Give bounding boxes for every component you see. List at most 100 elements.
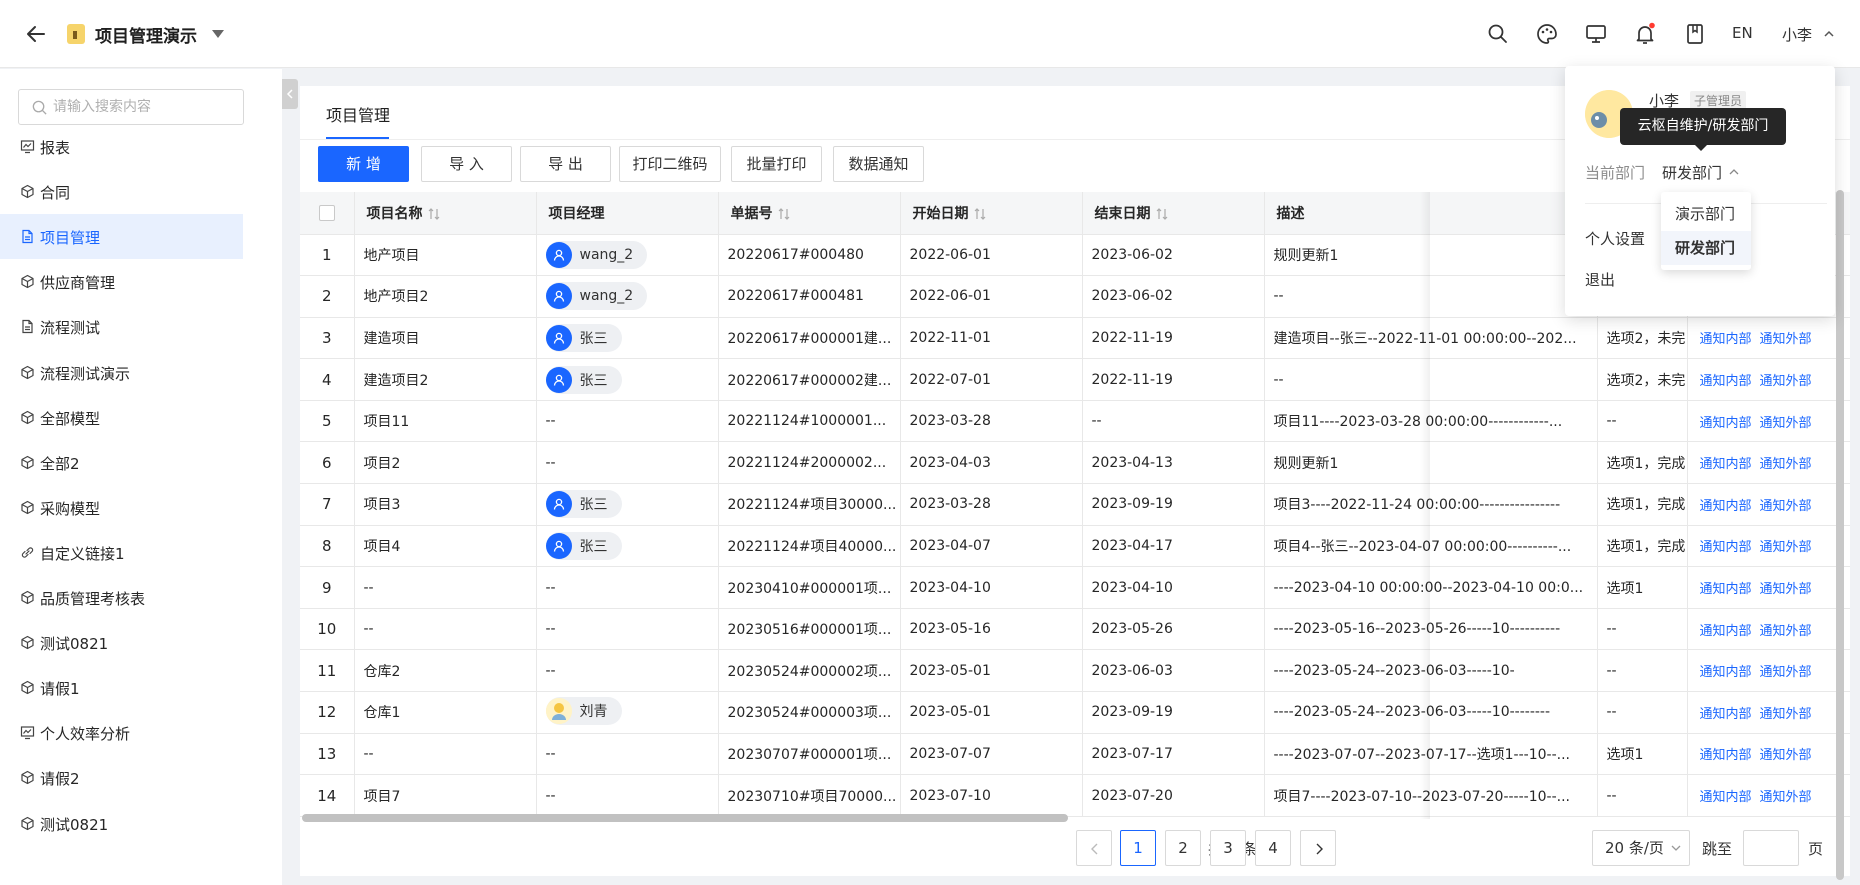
sidebar-item[interactable]: 全部2 bbox=[0, 440, 243, 485]
notify-external-link[interactable]: 通知外部 bbox=[1760, 707, 1812, 722]
notify-external-link[interactable]: 通知外部 bbox=[1760, 416, 1812, 431]
table-row[interactable]: 5 项目11 -- 20221124#1000001... 2023-03-28 -- 项目… bbox=[300, 400, 1850, 443]
manager-chip[interactable]: wang_2 bbox=[545, 282, 648, 311]
logout-link[interactable]: 退出 bbox=[1585, 269, 1615, 290]
scrollbar-thumb[interactable] bbox=[302, 814, 1068, 822]
sidebar-item[interactable]: 测试0821 bbox=[0, 801, 243, 846]
manager-chip[interactable]: 张三 bbox=[545, 365, 622, 394]
sort-icon[interactable] bbox=[1156, 207, 1168, 221]
tab-project-management[interactable]: 项目管理 bbox=[326, 102, 390, 126]
search-icon[interactable] bbox=[1486, 22, 1510, 46]
cell-project-name[interactable]: 地产项目2 bbox=[354, 275, 537, 318]
sidebar-item[interactable]: 项目管理 bbox=[0, 214, 243, 260]
add-button[interactable]: 新 增 bbox=[318, 146, 409, 182]
dept-option-rd[interactable]: 研发部门 bbox=[1661, 231, 1751, 265]
table-row[interactable]: 11 仓库2 -- 20230524#000002项... 2023-05-01 2023… bbox=[300, 649, 1850, 693]
table-row[interactable]: 3 建造项目 张三 20220617#000001建... 2022-11-01 2022… bbox=[300, 317, 1850, 360]
jump-page-input[interactable] bbox=[1743, 830, 1799, 866]
manager-chip[interactable]: 张三 bbox=[545, 490, 622, 519]
page-size-select[interactable]: 20 条/页 bbox=[1592, 830, 1690, 866]
sidebar-item[interactable]: 品质管理考核表 bbox=[0, 575, 243, 620]
sidebar-collapse-toggle[interactable] bbox=[282, 79, 298, 109]
notify-external-link[interactable]: 通知外部 bbox=[1760, 540, 1812, 555]
table-row[interactable]: 4 建造项目2 张三 20220617#000002建... 2022-07-01 202… bbox=[300, 358, 1850, 401]
sidebar-search[interactable] bbox=[18, 89, 244, 125]
sidebar-item[interactable]: 全部模型 bbox=[0, 395, 243, 440]
notify-internal-link[interactable]: 通知内部 bbox=[1700, 582, 1752, 597]
sort-icon[interactable] bbox=[778, 207, 790, 221]
cell-project-name[interactable]: 项目2 bbox=[354, 441, 537, 485]
chevron-up-icon[interactable] bbox=[1728, 167, 1740, 177]
cell-project-name[interactable]: 项目3 bbox=[354, 483, 537, 526]
table-row[interactable]: 7 项目3 张三 20221124#项目30000... 2023-03-28 2023-… bbox=[300, 483, 1850, 526]
palette-icon[interactable] bbox=[1535, 22, 1559, 46]
vertical-scrollbar[interactable] bbox=[1836, 190, 1844, 880]
sidebar-item[interactable]: 流程测试 bbox=[0, 304, 243, 349]
notify-internal-link[interactable]: 通知内部 bbox=[1700, 499, 1752, 514]
notify-internal-link[interactable]: 通知内部 bbox=[1700, 374, 1752, 389]
col-header-code[interactable]: 单据号 bbox=[718, 192, 901, 235]
sidebar-item[interactable]: 请假2 bbox=[0, 755, 243, 800]
table-row[interactable]: 8 项目4 张三 20221124#项目40000... 2023-04-07 2023-… bbox=[300, 525, 1850, 568]
notify-internal-link[interactable]: 通知内部 bbox=[1700, 665, 1752, 680]
notify-internal-link[interactable]: 通知内部 bbox=[1700, 332, 1752, 347]
notify-external-link[interactable]: 通知外部 bbox=[1760, 499, 1812, 514]
import-button[interactable]: 导 入 bbox=[421, 146, 512, 182]
cell-project-name[interactable]: 仓库1 bbox=[354, 691, 537, 734]
user-menu-name[interactable]: 小李 bbox=[1782, 24, 1812, 45]
next-page-button[interactable] bbox=[1300, 830, 1336, 866]
monitor-icon[interactable] bbox=[1584, 22, 1608, 46]
horizontal-scrollbar[interactable] bbox=[300, 814, 1850, 822]
sidebar-item[interactable]: 请假1 bbox=[0, 665, 243, 710]
cell-project-name[interactable]: 建造项目2 bbox=[354, 358, 537, 401]
data-notify-button[interactable]: 数据通知 bbox=[833, 146, 924, 182]
table-row[interactable]: 13 -- -- 20230707#000001项... 2023-07-07 2023-… bbox=[300, 733, 1850, 776]
prev-page-button[interactable] bbox=[1076, 830, 1112, 866]
search-input[interactable] bbox=[53, 96, 237, 118]
notify-external-link[interactable]: 通知外部 bbox=[1760, 374, 1812, 389]
caret-down-icon[interactable] bbox=[210, 28, 226, 40]
table-row[interactable]: 9 -- -- 20230410#000001项... 2023-04-10 2023-0… bbox=[300, 566, 1850, 609]
page-button[interactable]: 2 bbox=[1165, 830, 1201, 866]
cell-project-name[interactable]: 地产项目 bbox=[354, 234, 537, 277]
chevron-up-icon[interactable] bbox=[1822, 27, 1836, 41]
page-button[interactable]: 4 bbox=[1255, 830, 1291, 866]
select-all-checkbox[interactable] bbox=[318, 204, 335, 221]
current-dept-select[interactable]: 研发部门 bbox=[1662, 162, 1722, 183]
cell-project-name[interactable]: -- bbox=[354, 733, 537, 776]
table-row[interactable]: 6 项目2 -- 20221124#2000002... 2023-04-03 2023-… bbox=[300, 441, 1850, 485]
sidebar-item[interactable]: 报表 bbox=[0, 124, 243, 169]
cell-project-name[interactable]: 仓库2 bbox=[354, 649, 537, 693]
notify-external-link[interactable]: 通知外部 bbox=[1760, 624, 1812, 639]
bookmark-book-icon[interactable] bbox=[1683, 22, 1707, 46]
notify-external-link[interactable]: 通知外部 bbox=[1760, 582, 1812, 597]
sidebar-item[interactable]: 合同 bbox=[0, 169, 243, 214]
col-header-end[interactable]: 结束日期 bbox=[1082, 192, 1265, 235]
notify-external-link[interactable]: 通知外部 bbox=[1760, 332, 1812, 347]
back-arrow-icon[interactable] bbox=[24, 22, 48, 46]
manager-chip[interactable]: 张三 bbox=[545, 323, 622, 352]
manager-chip[interactable]: 刘青 bbox=[545, 696, 622, 725]
page-button[interactable]: 1 bbox=[1120, 830, 1156, 866]
notify-external-link[interactable]: 通知外部 bbox=[1760, 748, 1812, 763]
notify-internal-link[interactable]: 通知内部 bbox=[1700, 790, 1752, 805]
notify-internal-link[interactable]: 通知内部 bbox=[1700, 416, 1752, 431]
app-title[interactable]: 项目管理演示 bbox=[95, 22, 197, 47]
notify-internal-link[interactable]: 通知内部 bbox=[1700, 457, 1752, 472]
manager-chip[interactable]: wang_2 bbox=[545, 240, 648, 269]
table-row[interactable]: 10 -- -- 20230516#000001项... 2023-05-16 2023-… bbox=[300, 608, 1850, 651]
cell-project-name[interactable]: -- bbox=[354, 566, 537, 609]
manager-chip[interactable]: 张三 bbox=[545, 531, 622, 560]
export-button[interactable]: 导 出 bbox=[520, 146, 611, 182]
cell-project-name[interactable]: -- bbox=[354, 608, 537, 651]
sidebar-item[interactable]: 供应商管理 bbox=[0, 259, 243, 304]
cell-project-name[interactable]: 项目4 bbox=[354, 525, 537, 568]
notify-internal-link[interactable]: 通知内部 bbox=[1700, 540, 1752, 555]
language-switch[interactable]: EN bbox=[1732, 24, 1753, 42]
sidebar-item[interactable]: 采购模型 bbox=[0, 485, 243, 530]
table-row[interactable]: 12 仓库1 刘青 20230524#000003项... 2023-05-01 2023… bbox=[300, 691, 1850, 734]
col-header-name[interactable]: 项目名称 bbox=[354, 192, 537, 235]
notify-internal-link[interactable]: 通知内部 bbox=[1700, 748, 1752, 763]
cell-project-name[interactable]: 建造项目 bbox=[354, 317, 537, 360]
table-row[interactable]: 14 项目7 -- 20230710#项目70000... 2023-07-10 2023… bbox=[300, 774, 1850, 817]
